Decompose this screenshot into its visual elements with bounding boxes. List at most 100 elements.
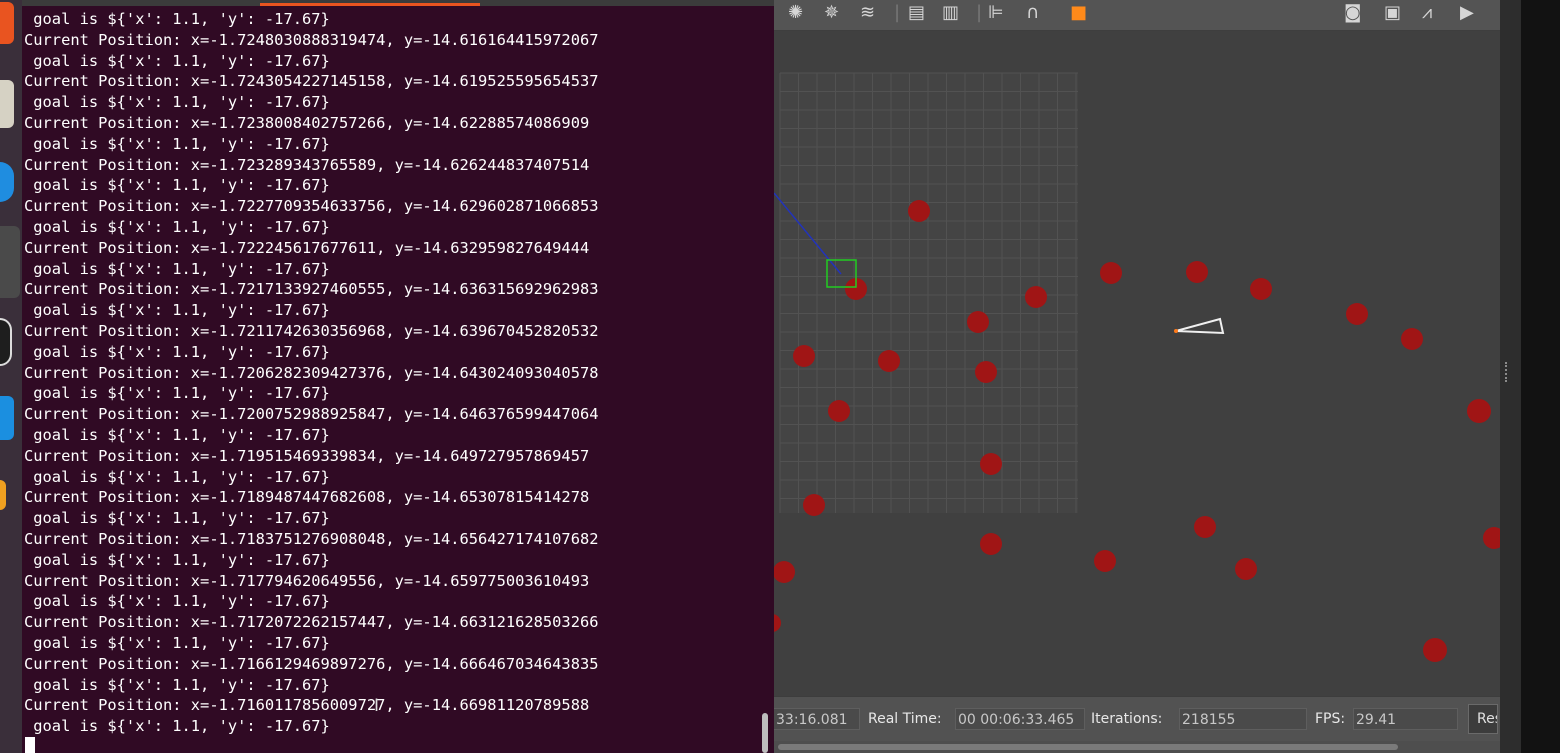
obstacle: [774, 614, 781, 632]
reset-time-button[interactable]: Reset: [1468, 704, 1498, 734]
browser-icon[interactable]: [0, 162, 14, 202]
toolbar-separator: |: [894, 2, 901, 23]
sim-time-value: 33:16.081: [774, 708, 860, 730]
terminal-line: goal is ${'x': 1.1, 'y': -17.67}: [24, 633, 330, 652]
terminal-scrollbar[interactable]: [762, 713, 768, 753]
gazebo-window[interactable]: ✺ ✵ ≋ | ▤ ▥ | ⊫ ∩ ■ ◙ ▣ ⩘ ▶ 33:16.081 Re…: [774, 0, 1500, 753]
terminal-line: Current Position: x=-1.7183751276908048,…: [24, 529, 599, 548]
terminal-line: goal is ${'x': 1.1, 'y': -17.67}: [24, 509, 330, 528]
obstacle: [878, 350, 900, 372]
terminal-line: Current Position: x=-1.7166129469897276,…: [24, 654, 599, 673]
terminal-line: Current Position: x=-1.7217133927460555,…: [24, 280, 599, 299]
fps-value: 29.41: [1353, 708, 1458, 730]
terminal-line: goal is ${'x': 1.1, 'y': -17.67}: [24, 342, 330, 361]
robot-origin-dot: [1174, 329, 1178, 333]
obstacle: [774, 561, 795, 583]
real-time-value: 00 00:06:33.465: [955, 708, 1085, 730]
gazebo-status-bar: 33:16.081 Real Time: 00 00:06:33.465 Ite…: [774, 696, 1500, 742]
snap-magnet-icon[interactable]: ∩: [1026, 2, 1039, 24]
terminal-line: Current Position: x=-1.7248030888319474,…: [24, 30, 599, 49]
color-box-icon[interactable]: ■: [1070, 2, 1087, 24]
obstacle: [980, 533, 1002, 555]
github-icon[interactable]: [0, 318, 12, 366]
terminal-line: Current Position: x=-1.7238008402757266,…: [24, 113, 590, 132]
gazebo-3d-view[interactable]: [774, 31, 1500, 696]
plot-icon[interactable]: ⩘: [1422, 2, 1432, 24]
obstacle: [1346, 303, 1368, 325]
terminal-output: goal is ${'x': 1.1, 'y': -17.67} Current …: [24, 9, 599, 737]
terminal-icon[interactable]: [0, 480, 6, 510]
obstacle: [1423, 638, 1447, 662]
terminal-line: Current Position: x=-1.717794620649556, …: [24, 571, 590, 590]
terminal-line: Current Position: x=-1.7243054227145158,…: [24, 72, 599, 91]
app-icon[interactable]: [0, 226, 20, 298]
screenshot-camera-icon[interactable]: ◙: [1344, 2, 1361, 24]
toolbar-separator: |: [976, 2, 983, 23]
text-cursor-icon: Ⅰ: [374, 696, 380, 716]
scene-canvas[interactable]: [774, 31, 1500, 696]
obstacle: [1483, 527, 1500, 549]
terminal-line: Current Position: x=-1.7172072262157447,…: [24, 613, 599, 632]
align-icon[interactable]: ⊫: [988, 2, 1004, 24]
video-record-icon[interactable]: ▶: [1460, 2, 1474, 24]
log-icon[interactable]: ▣: [1384, 2, 1401, 24]
obstacle: [1250, 278, 1272, 300]
terminal-line: goal is ${'x': 1.1, 'y': -17.67}: [24, 134, 330, 153]
splitter-handle[interactable]: [1505, 362, 1510, 382]
terminal-window[interactable]: goal is ${'x': 1.1, 'y': -17.67} Current …: [22, 0, 774, 753]
obstacle: [975, 361, 997, 383]
terminal-line: Current Position: x=-1.7227709354633756,…: [24, 197, 599, 216]
gazebo-toolbar: ✺ ✵ ≋ | ▤ ▥ | ⊫ ∩ ■ ◙ ▣ ⩘ ▶: [774, 0, 1500, 31]
sun-light-icon[interactable]: ✺: [788, 2, 803, 24]
terminal-line: Current Position: x=-1.7200752988925847,…: [24, 405, 599, 424]
terminal-line: goal is ${'x': 1.1, 'y': -17.67}: [24, 550, 330, 569]
terminal-line: Current Position: x=-1.7211742630356968,…: [24, 321, 599, 340]
obstacle: [967, 311, 989, 333]
spot-light-icon[interactable]: ✵: [824, 2, 839, 24]
terminal-line: Current Position: x=-1.7206282309427376,…: [24, 363, 599, 382]
paste-icon[interactable]: ▥: [942, 2, 959, 24]
copy-icon[interactable]: ▤: [908, 2, 925, 24]
terminal-line: goal is ${'x': 1.1, 'y': -17.67}: [24, 717, 330, 736]
ubuntu-dock: [0, 0, 22, 753]
obstacle: [803, 494, 825, 516]
obstacle: [1194, 516, 1216, 538]
iterations-value: 218155: [1179, 708, 1307, 730]
terminal-cursor: [25, 737, 35, 753]
obstacle: [828, 400, 850, 422]
obstacle: [1186, 261, 1208, 283]
terminal-line: goal is ${'x': 1.1, 'y': -17.67}: [24, 592, 330, 611]
terminal-line: goal is ${'x': 1.1, 'y': -17.67}: [24, 675, 330, 694]
files-icon[interactable]: [0, 80, 14, 128]
screen-edge: [1521, 0, 1560, 753]
terminal-line: goal is ${'x': 1.1, 'y': -17.67}: [24, 93, 330, 112]
terminal-line: goal is ${'x': 1.1, 'y': -17.67}: [24, 51, 330, 70]
terminal-line: goal is ${'x': 1.1, 'y': -17.67}: [24, 467, 330, 486]
terminal-line: Current Position: x=-1.722245617677611, …: [24, 238, 590, 257]
terminal-line: goal is ${'x': 1.1, 'y': -17.67}: [24, 425, 330, 444]
obstacle: [908, 200, 930, 222]
fps-label: FPS:: [1315, 711, 1346, 727]
terminal-line: Current Position: x=-1.723289343765589, …: [24, 155, 590, 174]
terminal-line: Current Position: x=-1.7160117856009727,…: [24, 696, 590, 715]
terminal-line: goal is ${'x': 1.1, 'y': -17.67}: [24, 176, 330, 195]
robot-marker: [1175, 317, 1225, 335]
terminal-line: Current Position: x=-1.719515469339834, …: [24, 446, 590, 465]
real-time-label: Real Time:: [868, 711, 942, 727]
terminal-line: goal is ${'x': 1.1, 'y': -17.67}: [24, 384, 330, 403]
terminal-active-tab-indicator: [260, 3, 480, 6]
terminal-line: Current Position: x=-1.7189487447682608,…: [24, 488, 590, 507]
gazebo-horizontal-scrollbar[interactable]: [774, 741, 1500, 753]
vscode-icon[interactable]: [0, 396, 14, 440]
ubuntu-software-icon[interactable]: [0, 2, 14, 44]
obstacle: [1235, 558, 1257, 580]
directional-light-icon[interactable]: ≋: [860, 2, 875, 24]
terminal-line: goal is ${'x': 1.1, 'y': -17.67}: [24, 217, 330, 236]
obstacle: [1094, 550, 1116, 572]
obstacle: [1100, 262, 1122, 284]
obstacle: [980, 453, 1002, 475]
terminal-line: goal is ${'x': 1.1, 'y': -17.67}: [24, 301, 330, 320]
scrollbar-thumb[interactable]: [778, 744, 1398, 750]
obstacle: [1401, 328, 1423, 350]
iterations-label: Iterations:: [1091, 711, 1163, 727]
